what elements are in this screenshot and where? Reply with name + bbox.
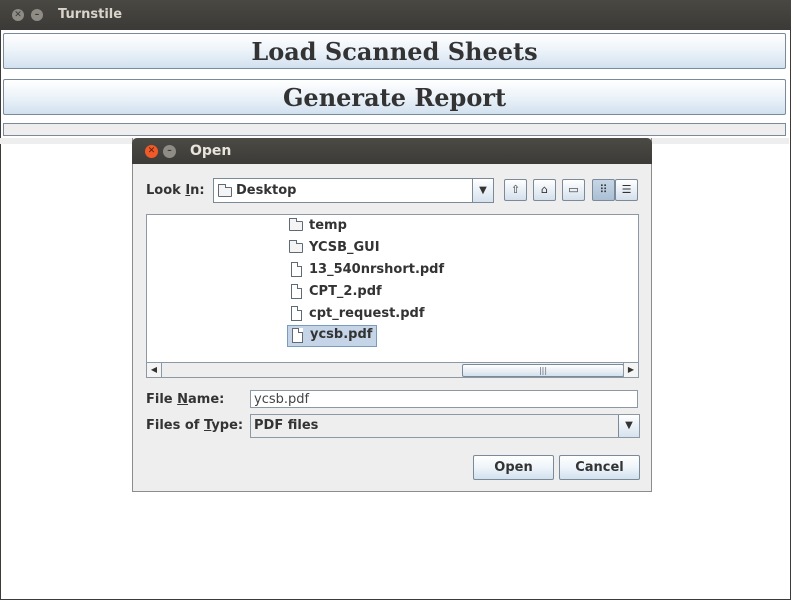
new-folder-icon: ▭: [568, 183, 579, 196]
file-item-label: temp: [309, 218, 347, 233]
list-item[interactable]: CPT_2.pdf: [287, 282, 386, 302]
dialog-titlebar[interactable]: ✕ – Open: [132, 138, 652, 164]
up-folder-icon: ⇧: [510, 183, 521, 196]
file-list[interactable]: temp YCSB_GUI 13_540nrshort.pdf CPT_2.pd…: [146, 214, 639, 378]
new-folder-button[interactable]: ▭: [562, 179, 585, 201]
look-in-value: Desktop: [236, 183, 297, 198]
minimize-icon[interactable]: –: [163, 145, 176, 158]
chevron-down-icon[interactable]: ▼: [618, 415, 639, 437]
horizontal-scrollbar[interactable]: ◀ ||| ▶: [147, 362, 638, 377]
file-icon: [292, 328, 303, 343]
list-item[interactable]: YCSB_GUI: [287, 238, 384, 258]
file-icon: [291, 262, 302, 277]
file-name-label: File Name:: [146, 392, 225, 407]
cancel-button[interactable]: Cancel: [559, 455, 640, 480]
close-icon[interactable]: ✕: [145, 145, 158, 158]
look-in-label: Look In:: [146, 183, 205, 198]
window-title: Turnstile: [58, 7, 123, 22]
list-item-selected[interactable]: ycsb.pdf: [287, 325, 378, 347]
file-item-label: 13_540nrshort.pdf: [309, 262, 445, 277]
file-item-label: cpt_request.pdf: [309, 306, 425, 321]
home-button[interactable]: ⌂: [533, 179, 556, 201]
list-item[interactable]: temp: [287, 216, 351, 236]
scroll-right-icon[interactable]: ▶: [623, 363, 638, 377]
folder-icon: [289, 218, 303, 231]
up-folder-button[interactable]: ⇧: [504, 179, 527, 201]
file-item-label: YCSB_GUI: [309, 240, 380, 255]
look-in-combo[interactable]: Desktop ▼: [213, 178, 494, 203]
generate-report-button[interactable]: Generate Report: [3, 79, 786, 115]
open-button[interactable]: Open: [473, 455, 554, 480]
dialog-title: Open: [190, 143, 232, 159]
chevron-down-icon[interactable]: ▼: [472, 179, 493, 202]
home-icon: ⌂: [541, 183, 548, 196]
folder-icon: [289, 240, 303, 253]
file-name-input[interactable]: [250, 390, 638, 408]
load-scanned-sheets-button[interactable]: Load Scanned Sheets: [3, 33, 786, 69]
file-icon: [291, 284, 302, 299]
details-view-icon: ☰: [621, 183, 632, 196]
main-titlebar: ✕ – Turnstile: [0, 0, 791, 30]
folder-icon: [218, 184, 232, 197]
list-view-icon: ⠿: [599, 183, 608, 196]
scrollbar-thumb[interactable]: |||: [462, 364, 624, 377]
progress-strip: [3, 123, 786, 136]
list-view-button[interactable]: ⠿: [592, 179, 615, 201]
file-type-value: PDF files: [254, 418, 319, 433]
file-icon: [291, 306, 302, 321]
scroll-left-icon[interactable]: ◀: [147, 363, 162, 377]
file-type-combo[interactable]: PDF files ▼: [250, 414, 640, 438]
list-item[interactable]: 13_540nrshort.pdf: [287, 260, 448, 280]
details-view-button[interactable]: ☰: [615, 179, 638, 201]
list-item[interactable]: cpt_request.pdf: [287, 304, 429, 324]
close-icon[interactable]: ✕: [12, 9, 24, 21]
file-type-label: Files of Type:: [146, 418, 244, 433]
file-item-label: CPT_2.pdf: [309, 284, 382, 299]
file-item-label: ycsb.pdf: [310, 327, 373, 342]
minimize-icon[interactable]: –: [31, 9, 43, 21]
open-dialog: ✕ – Open Look In: Desktop ▼ ⇧ ⌂ ▭ ⠿ ☰ te…: [132, 138, 652, 492]
